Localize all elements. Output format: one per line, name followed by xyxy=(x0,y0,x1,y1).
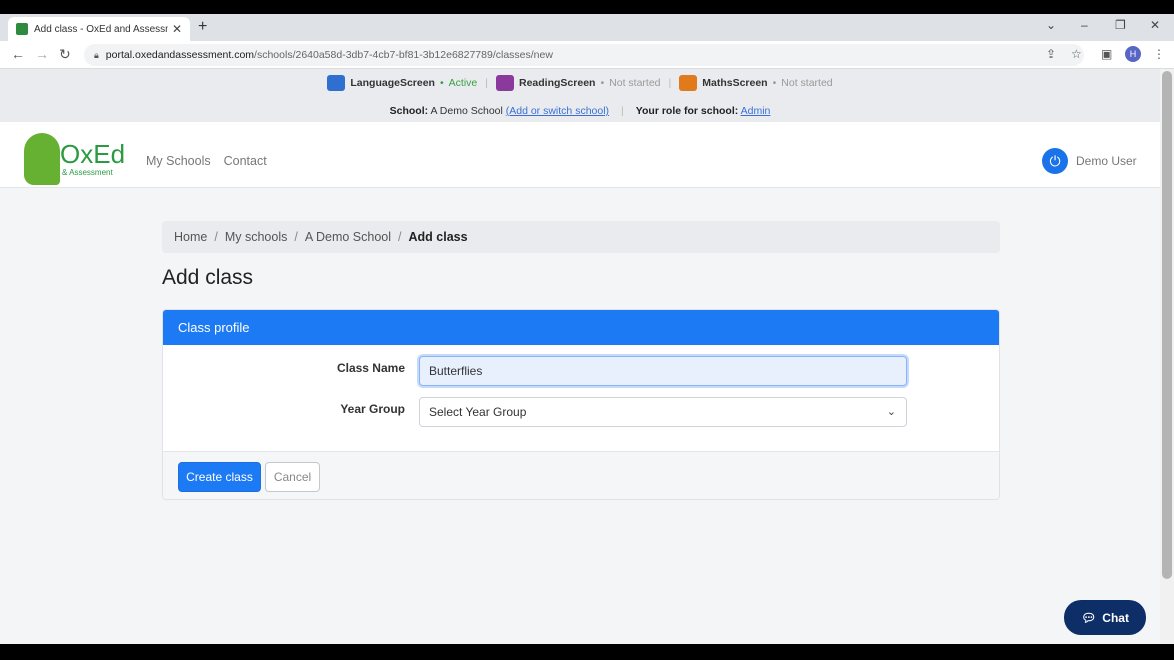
url-path: /schools/2640a58d-3db7-4cb7-bf81-3b12e68… xyxy=(254,49,553,61)
head-logo-icon xyxy=(24,133,60,185)
cancel-button[interactable]: Cancel xyxy=(265,462,320,492)
breadcrumb-current: Add class xyxy=(408,230,468,244)
main-nav: My Schools Contact xyxy=(146,154,267,168)
nav-my-schools[interactable]: My Schools xyxy=(146,154,211,168)
year-group-value: Select Year Group xyxy=(429,405,527,419)
reload-icon[interactable]: ↻ xyxy=(59,46,71,63)
school-label: School: xyxy=(389,105,429,117)
tab-title: Add class - OxEd and Assessment xyxy=(34,23,168,35)
nav-contact[interactable]: Contact xyxy=(224,154,267,168)
status-dot-icon: • xyxy=(772,77,777,89)
reading-screen-icon xyxy=(496,75,514,91)
close-tab-icon[interactable]: ✕ xyxy=(172,22,182,36)
card-footer: Create class Cancel xyxy=(163,451,999,499)
side-panel-icon[interactable]: ▣ xyxy=(1101,47,1112,61)
screen-status: Active xyxy=(448,77,478,89)
screen-name: MathsScreen xyxy=(702,77,768,89)
class-name-input[interactable]: Butterflies xyxy=(419,356,907,386)
screens-list: LanguageScreen • Active | ReadingScreen … xyxy=(0,75,1160,91)
switch-school-link[interactable]: (Add or switch school) xyxy=(506,105,609,117)
page-title: Add class xyxy=(162,266,254,289)
screen-status: Not started xyxy=(781,77,833,89)
close-window-button[interactable]: ✕ xyxy=(1150,18,1160,32)
language-screen-icon xyxy=(327,75,346,91)
power-icon: ⏻ xyxy=(1042,148,1068,174)
site-header: OxEd & Assessment My Schools Contact ⏻ D… xyxy=(0,122,1160,188)
restore-button[interactable]: ❐ xyxy=(1115,18,1126,32)
role-info: Your role for school: Admin xyxy=(636,105,771,117)
back-arrow-icon[interactable]: ← xyxy=(11,46,25,62)
chat-button[interactable]: 💬︎ Chat xyxy=(1064,600,1146,635)
create-class-button[interactable]: Create class xyxy=(178,462,261,492)
school-name: A Demo School xyxy=(430,105,503,117)
role-label: Your role for school: xyxy=(635,105,739,117)
user-name: Demo User xyxy=(1076,154,1137,168)
minimize-button[interactable]: – xyxy=(1081,18,1088,32)
breadcrumb-school[interactable]: A Demo School xyxy=(305,230,391,244)
role-link[interactable]: Admin xyxy=(741,105,771,117)
breadcrumb: Home / My schools / A Demo School / Add … xyxy=(162,221,1000,253)
menu-dots-icon[interactable]: ⋮ xyxy=(1153,47,1165,61)
chat-bubble-icon: 💬︎ xyxy=(1081,610,1097,625)
profile-avatar[interactable]: H xyxy=(1125,46,1141,62)
page-content: LanguageScreen • Active | ReadingScreen … xyxy=(0,69,1160,644)
browser-tab[interactable]: Add class - OxEd and Assessment ✕ xyxy=(8,17,190,41)
address-bar-row: ← → ↻ 🔒︎ portal.oxedandassessment.com/sc… xyxy=(0,41,1174,69)
tab-search-icon[interactable]: ⌄ xyxy=(1046,18,1056,32)
breadcrumb-home[interactable]: Home xyxy=(174,230,207,244)
breadcrumb-my-schools[interactable]: My schools xyxy=(225,230,288,244)
screen-name: ReadingScreen xyxy=(519,77,596,89)
scrollbar[interactable] xyxy=(1160,69,1174,644)
class-name-label: Class Name xyxy=(336,361,405,375)
url-input[interactable]: 🔒︎ portal.oxedandassessment.com/schools/… xyxy=(84,44,1084,66)
chat-label: Chat xyxy=(1102,610,1129,625)
breadcrumb-divider: / xyxy=(294,230,298,244)
logo-subtext: & Assessment xyxy=(62,168,113,177)
browser-window: Add class - OxEd and Assessment ✕ + ⌄ – … xyxy=(0,14,1174,644)
chevron-down-icon: ⌄ xyxy=(886,406,896,418)
user-menu[interactable]: ⏻ Demo User xyxy=(1042,148,1137,174)
status-dot-icon: • xyxy=(600,77,605,89)
screen-status: Not started xyxy=(609,77,661,89)
screen-readingscreen[interactable]: ReadingScreen • Not started xyxy=(496,75,661,91)
year-group-label: Year Group xyxy=(340,402,405,416)
new-tab-button[interactable]: + xyxy=(198,18,207,36)
school-info: School: A Demo School (Add or switch sch… xyxy=(390,105,609,117)
screen-name: LanguageScreen xyxy=(350,77,435,89)
screens-info-bar: LanguageScreen • Active | ReadingScreen … xyxy=(0,69,1160,122)
favicon-icon xyxy=(16,23,28,35)
divider: | xyxy=(485,77,488,89)
url-host: portal.oxedandassessment.com xyxy=(105,49,255,61)
divider: | xyxy=(621,105,624,117)
logo-text: OxEd xyxy=(60,139,126,169)
maths-screen-icon xyxy=(679,75,698,91)
year-group-select[interactable]: Select Year Group ⌄ xyxy=(419,397,907,427)
bookmark-star-icon[interactable]: ☆ xyxy=(1071,47,1082,61)
screen-mathsscreen[interactable]: MathsScreen • Not started xyxy=(679,75,833,91)
divider: | xyxy=(668,77,672,89)
status-dot-icon: • xyxy=(439,77,444,89)
lock-icon: 🔒︎ xyxy=(94,49,99,60)
breadcrumb-divider: / xyxy=(398,230,402,244)
school-row: School: A Demo School (Add or switch sch… xyxy=(0,105,1160,117)
share-icon[interactable]: ⇪ xyxy=(1046,47,1056,61)
scrollbar-thumb[interactable] xyxy=(1162,71,1172,579)
breadcrumb-divider: / xyxy=(214,230,218,244)
class-profile-card: Class profile Class Name Butterflies Yea… xyxy=(162,309,1000,500)
card-header: Class profile xyxy=(163,310,999,345)
oxed-logo[interactable]: OxEd & Assessment xyxy=(24,133,134,189)
screen-languagescreen[interactable]: LanguageScreen • Active xyxy=(327,75,477,91)
forward-arrow-icon[interactable]: → xyxy=(35,46,49,62)
tab-strip: Add class - OxEd and Assessment ✕ + ⌄ – … xyxy=(0,14,1174,41)
